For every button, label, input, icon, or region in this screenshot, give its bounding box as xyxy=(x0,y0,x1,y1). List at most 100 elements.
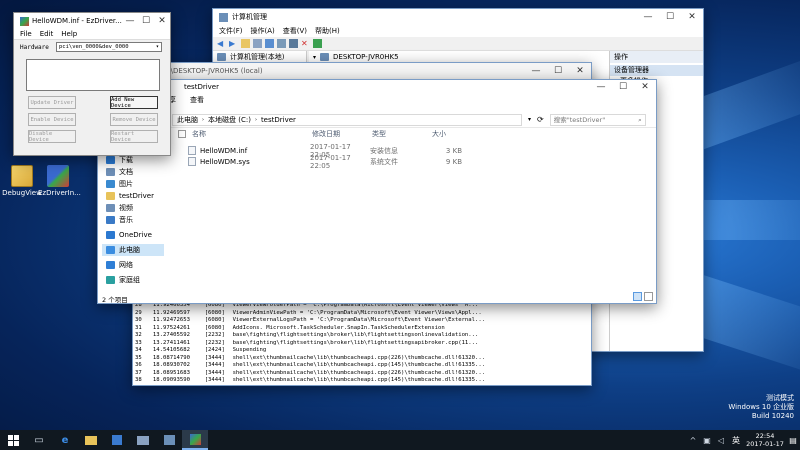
hardware-select[interactable]: pci\ven_0000&dev_0000 ▾ xyxy=(56,42,162,52)
log-row[interactable]: 38 18.09093590 [3444] shell\ext\thumbnailca… xyxy=(135,377,591,385)
large-icons-view-icon[interactable] xyxy=(644,292,653,301)
device-info-box[interactable] xyxy=(26,59,160,91)
maximize-button[interactable]: ☐ xyxy=(612,80,634,95)
desktop-icon-ezdriver[interactable]: EzDriverIn... xyxy=(38,165,81,197)
watermark-line-2: Windows 10 企业版 xyxy=(728,403,794,411)
refresh-icon[interactable] xyxy=(277,39,286,48)
menu-file[interactable]: File xyxy=(20,30,32,38)
log-pid: [2232] xyxy=(204,332,225,338)
log-message: Suspending xyxy=(232,347,267,353)
computer-icon xyxy=(320,53,330,61)
menu-action[interactable]: 操作(A) xyxy=(251,26,275,36)
start-button[interactable] xyxy=(0,430,26,450)
refresh-icon[interactable]: ⟳ xyxy=(537,115,544,124)
chevron-right-icon: › xyxy=(202,116,204,123)
menu-view[interactable]: 查看(V) xyxy=(283,26,307,36)
address-bar[interactable]: 此电脑 › 本地磁盘 (C:) › testDriver xyxy=(172,113,522,126)
nav-item[interactable]: 视频 xyxy=(102,202,164,214)
help-icon[interactable] xyxy=(265,39,274,48)
breadcrumb-item[interactable]: 此电脑 xyxy=(177,115,198,125)
file-row[interactable]: HelloWDM.inf 2017-01-17 22:05 安装信息 3 KB xyxy=(178,143,648,159)
properties-icon[interactable] xyxy=(253,39,262,48)
nav-item[interactable]: testDriver xyxy=(102,190,164,202)
menu-help[interactable]: Help xyxy=(61,30,77,38)
disable-device-button[interactable]: Disable Device xyxy=(28,130,76,143)
clock-date: 2017-01-17 xyxy=(746,440,784,448)
log-row[interactable]: 33 13.27411461 [2232] base\fighting\flights… xyxy=(135,340,591,348)
show-hidden-icons-icon[interactable]: ^ xyxy=(686,430,700,450)
ime-indicator[interactable]: 英 xyxy=(728,435,744,446)
notification-icon[interactable]: ▤ xyxy=(786,430,800,450)
close-button[interactable]: ✕ xyxy=(569,63,591,79)
menu-help[interactable]: 帮助(H) xyxy=(315,26,340,36)
device-manager-taskbar-icon[interactable] xyxy=(130,430,156,450)
file-row[interactable]: HelloWDM.sys 2017-01-17 22:05 系统文件 9 KB xyxy=(178,154,648,170)
chevron-down-icon: ▾ xyxy=(313,53,317,61)
actions-item-device-manager[interactable]: 设备管理器 xyxy=(610,65,703,76)
log-row[interactable]: 29 11.92469597 [6080] ViewerAdminViewPath =… xyxy=(135,310,591,318)
minimize-button[interactable]: — xyxy=(637,9,659,25)
compmgmt-taskbar-icon[interactable] xyxy=(156,430,182,450)
nav-item-icon xyxy=(106,180,115,188)
restart-device-button[interactable]: Restart Device xyxy=(110,130,158,143)
file-explorer-icon[interactable] xyxy=(78,430,104,450)
up-folder-icon[interactable] xyxy=(241,39,250,48)
volume-icon[interactable]: ◁ xyxy=(714,430,728,450)
menu-file[interactable]: 文件(F) xyxy=(219,26,243,36)
log-time: 11.92469597 xyxy=(152,309,190,316)
nav-item[interactable]: 此电脑 xyxy=(102,244,164,256)
log-row[interactable]: 31 11.97524261 [6080] AddIcons. Microsoft.T… xyxy=(135,325,591,333)
edge-icon[interactable]: e xyxy=(52,430,78,450)
delete-icon[interactable]: ✕ xyxy=(301,39,310,48)
select-all-checkbox[interactable] xyxy=(178,129,186,138)
chevron-down-icon: ▾ xyxy=(155,44,159,50)
maximize-button[interactable]: ☐ xyxy=(547,63,569,79)
clock[interactable]: 22:54 2017-01-17 xyxy=(744,432,786,448)
nav-item[interactable]: 家庭组 xyxy=(102,274,164,286)
minimize-button[interactable]: — xyxy=(122,13,138,29)
desktop-icon-debugview[interactable]: DebugView xyxy=(2,165,42,197)
update-icon[interactable] xyxy=(313,39,322,48)
address-dropdown-icon[interactable]: ▾ xyxy=(528,116,531,123)
maximize-button[interactable]: ☐ xyxy=(659,9,681,25)
breadcrumb-item[interactable]: 本地磁盘 (C:) xyxy=(208,115,251,125)
maximize-button[interactable]: ☐ xyxy=(138,13,154,29)
column-type[interactable]: 类型 xyxy=(372,129,432,139)
close-button[interactable]: ✕ xyxy=(154,13,170,29)
nav-item[interactable]: 音乐 xyxy=(102,214,164,226)
column-date[interactable]: 修改日期 xyxy=(312,129,372,139)
log-row[interactable]: 37 18.08951683 [3444] shell\ext\thumbnailca… xyxy=(135,370,591,378)
details-view-icon[interactable] xyxy=(633,292,642,301)
log-row[interactable]: 34 14.54105682 [2424] Suspending xyxy=(135,347,591,355)
device-icon[interactable] xyxy=(289,39,298,48)
network-icon[interactable]: ▣ xyxy=(700,430,714,450)
column-size[interactable]: 大小 xyxy=(432,129,472,139)
remove-device-button[interactable]: Remove Device xyxy=(110,113,158,126)
enable-device-button[interactable]: Enable Device xyxy=(28,113,76,126)
update-driver-button[interactable]: Update Driver xyxy=(28,96,76,109)
nav-item[interactable]: 文档 xyxy=(102,166,164,178)
debugview-log[interactable]: 28 11.92466354 [6080] ViewerViewFolderPath … xyxy=(133,300,591,385)
log-row[interactable]: 32 13.27405592 [2232] base\fighting\flights… xyxy=(135,332,591,340)
menu-edit[interactable]: Edit xyxy=(40,30,54,38)
nav-item[interactable]: OneDrive xyxy=(102,229,164,241)
breadcrumb-item[interactable]: testDriver xyxy=(261,116,296,124)
log-row[interactable]: 36 18.08930702 [3444] shell\ext\thumbnailca… xyxy=(135,362,591,370)
store-icon[interactable] xyxy=(104,430,130,450)
nav-item[interactable]: 网络 xyxy=(102,259,164,271)
log-row[interactable]: 35 18.08714790 [3444] shell\ext\thumbnailca… xyxy=(135,355,591,363)
log-row[interactable]: 30 11.92472653 [6080] ViewerExternalLogsPat… xyxy=(135,317,591,325)
minimize-button[interactable]: — xyxy=(525,63,547,79)
back-icon[interactable]: ◀ xyxy=(217,39,226,48)
ribbon-tab-view[interactable]: 查看 xyxy=(190,95,204,105)
add-new-device-button[interactable]: Add New Device xyxy=(110,96,158,109)
task-view-icon[interactable]: ▭ xyxy=(26,430,52,450)
nav-item[interactable]: 图片 xyxy=(102,178,164,190)
ezdriver-taskbar-icon[interactable] xyxy=(182,430,208,450)
column-name[interactable]: 名称 xyxy=(192,129,312,139)
close-button[interactable]: ✕ xyxy=(634,80,656,95)
minimize-button[interactable]: — xyxy=(590,80,612,95)
close-button[interactable]: ✕ xyxy=(681,9,703,25)
search-input[interactable]: 搜索"testDriver" ⌕ xyxy=(549,113,646,126)
forward-icon[interactable]: ▶ xyxy=(229,39,238,48)
